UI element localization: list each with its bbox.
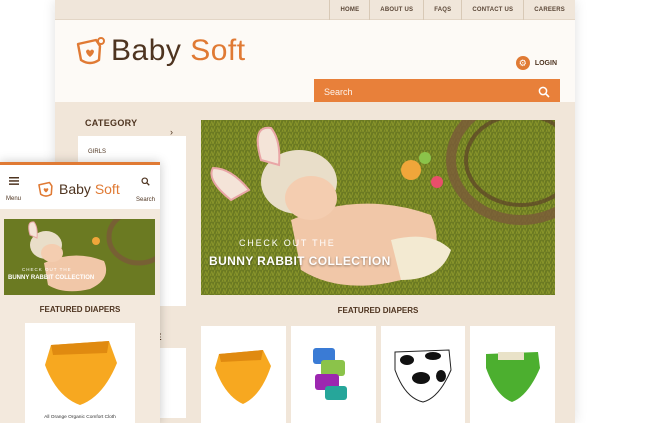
category-title: CATEGORY xyxy=(85,118,138,128)
nav-home[interactable]: HOME xyxy=(329,0,369,20)
mobile-search-button[interactable]: Search xyxy=(136,177,155,206)
chevron-right-icon[interactable]: › xyxy=(170,127,173,137)
mobile-product-card[interactable]: All Orange Organic Comfort Cloth xyxy=(25,323,135,423)
product-card-cow-print[interactable] xyxy=(380,326,466,423)
product-grid xyxy=(201,326,555,423)
logo-icon xyxy=(38,181,53,197)
login-button[interactable]: ⚙ LOGIN xyxy=(515,56,557,70)
hero-subtitle: CHECK OUT THE xyxy=(239,238,336,248)
top-navigation: HOME ABOUT US FAQS CONTACT US CAREERS xyxy=(55,0,575,20)
product-card-multicolor[interactable] xyxy=(290,326,376,423)
hero-image xyxy=(201,120,555,295)
mobile-hero-banner[interactable]: CHECK OUT THE BUNNY RABBIT COLLECTION xyxy=(4,219,155,295)
logo-icon xyxy=(76,37,105,65)
search-icon xyxy=(141,177,150,186)
site-logo[interactable]: Baby Soft xyxy=(73,34,246,68)
cow-print-diaper-image xyxy=(394,349,452,403)
search-input[interactable] xyxy=(324,86,538,97)
menu-label: Menu xyxy=(6,196,22,202)
logo-word-soft: Soft xyxy=(190,34,246,67)
menu-icon xyxy=(8,177,19,185)
mobile-header: Menu Baby Soft Search xyxy=(0,165,160,209)
menu-button[interactable]: Menu xyxy=(6,177,21,205)
login-icon: ⚙ xyxy=(515,56,530,70)
mobile-logo[interactable]: Baby Soft xyxy=(36,179,120,199)
category-item-girls[interactable]: GIRLS xyxy=(88,144,176,160)
mobile-search-label: Search xyxy=(135,197,155,203)
mobile-product-name: All Orange Organic Comfort Cloth xyxy=(44,415,116,420)
nav-about-us[interactable]: ABOUT US xyxy=(369,0,423,20)
hero-title: BUNNY RABBIT COLLECTION xyxy=(209,254,391,268)
search-icon[interactable] xyxy=(538,86,550,98)
screenshot-stage: HOME ABOUT US FAQS CONTACT US CAREERS Ba… xyxy=(0,0,655,423)
nav-careers[interactable]: CAREERS xyxy=(523,0,575,20)
product-card-green[interactable] xyxy=(470,326,555,423)
mobile-view: Menu Baby Soft Search CHECK OUT THE BUNN… xyxy=(0,162,160,423)
nav-faqs[interactable]: FAQS xyxy=(423,0,461,20)
mobile-logo-word-baby: Baby xyxy=(59,181,91,197)
mobile-hero-title: BUNNY RABBIT COLLECTION xyxy=(8,275,95,281)
mobile-hero-subtitle: CHECK OUT THE xyxy=(22,267,72,272)
orange-diaper-image xyxy=(215,350,271,404)
multicolor-diaper-image xyxy=(312,348,347,400)
product-card-orange[interactable] xyxy=(201,326,286,423)
green-diaper-image xyxy=(486,352,541,402)
site-header: Baby Soft ⚙ LOGIN xyxy=(55,20,575,104)
logo-word-baby: Baby xyxy=(111,34,182,67)
search-bar xyxy=(314,79,560,104)
mobile-logo-text: Baby Soft xyxy=(59,181,120,197)
mobile-logo-word-soft: Soft xyxy=(94,181,120,197)
hero-banner[interactable]: CHECK OUT THE BUNNY RABBIT COLLECTION xyxy=(201,120,555,295)
mobile-hero-image xyxy=(4,219,155,295)
mobile-featured-title: FEATURED DIAPERS xyxy=(39,305,121,314)
nav-contact-us[interactable]: CONTACT US xyxy=(461,0,523,20)
mobile-orange-diaper-image xyxy=(45,341,117,405)
featured-title: FEATURED DIAPERS xyxy=(337,306,419,315)
login-label: LOGIN xyxy=(534,59,557,67)
logo-text: Baby Soft xyxy=(111,34,246,68)
